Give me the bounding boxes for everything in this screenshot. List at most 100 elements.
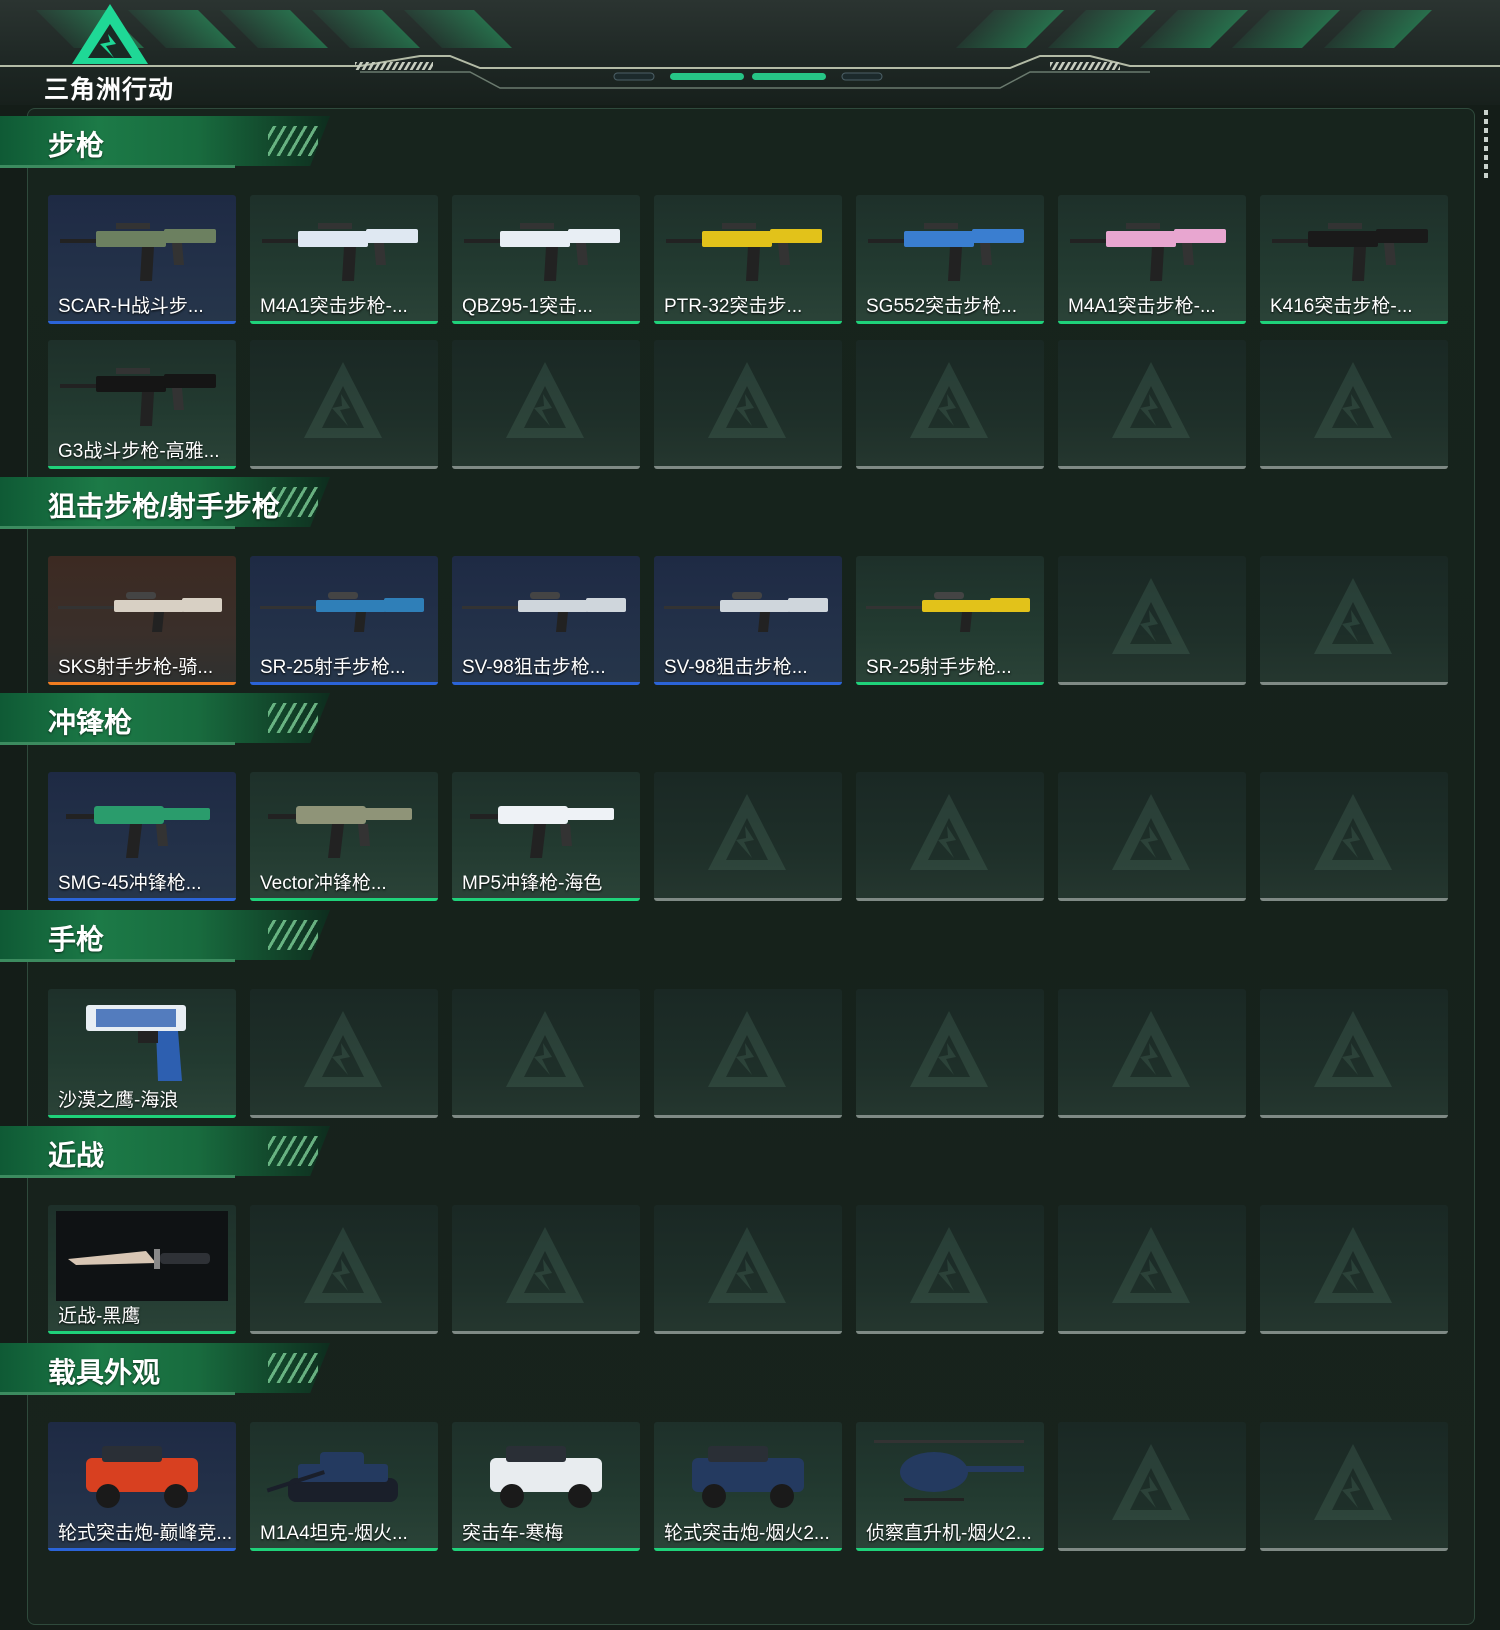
empty-slot [1260,556,1448,685]
section-title: 步枪 [48,130,105,161]
item-card[interactable]: SR-25射手步枪... [250,556,438,685]
rarity-bar [856,1115,1044,1118]
item-card[interactable]: SCAR-H战斗步... [48,195,236,324]
rifle-icon [1070,223,1226,281]
placeholder-logo-icon [910,1227,988,1303]
rarity-bar [856,321,1044,324]
placeholder-logo-icon [1314,362,1392,438]
item-name: PTR-32突击步... [664,296,803,317]
placeholder-logo-icon [1314,1011,1392,1087]
empty-slot [1260,1205,1448,1334]
smg-icon [268,806,412,858]
sniper-rifle-icon [58,592,222,632]
item-name: SR-25射手步枪... [260,657,406,678]
item-name: 轮式突击炮-烟火2... [664,1523,830,1544]
item-name: QBZ95-1突击... [462,296,593,317]
rarity-bar [48,1548,236,1551]
item-card[interactable]: SV-98狙击步枪... [452,556,640,685]
item-card[interactable]: Vector冲锋枪... [250,772,438,901]
rarity-bar [654,466,842,469]
armored-car-icon [490,1446,602,1508]
item-card[interactable]: PTR-32突击步... [654,195,842,324]
empty-slot [856,340,1044,469]
rifle-icon [1272,223,1428,281]
rarity-bar [1058,1548,1246,1551]
item-card[interactable]: 近战-黑鹰 [48,1205,236,1334]
rarity-bar [1058,898,1246,901]
item-card[interactable]: SKS射手步枪-骑... [48,556,236,685]
tank-icon [266,1452,398,1502]
placeholder-logo-icon [506,1011,584,1087]
item-card[interactable]: MP5冲锋枪-海色 [452,772,640,901]
item-card[interactable]: M1A4坦克-烟火... [250,1422,438,1551]
rarity-bar [1260,1331,1448,1334]
assault-vehicle-icon [86,1446,198,1508]
placeholder-logo-icon [1112,362,1190,438]
rarity-bar [654,682,842,685]
placeholder-logo-icon [1314,794,1392,870]
item-name: 沙漠之鹰-海浪 [58,1090,179,1111]
item-card[interactable]: SMG-45冲锋枪... [48,772,236,901]
section-title: 冲锋枪 [48,707,133,738]
item-card[interactable]: 轮式突击炮-烟火2... [654,1422,842,1551]
empty-slot [1260,1422,1448,1551]
item-card[interactable]: 轮式突击炮-巅峰竞... [48,1422,236,1551]
knife-icon [56,1211,228,1301]
empty-slot [452,1205,640,1334]
sniper-rifle-icon [260,592,424,632]
placeholder-logo-icon [1314,1444,1392,1520]
section-header: 载具外观 [0,1343,330,1395]
smg-icon [470,806,614,858]
rarity-bar [1260,1115,1448,1118]
item-row: SKS射手步枪-骑... SR-25射手步枪... SV-98狙击步枪... S… [48,556,1448,685]
rifle-icon [60,368,216,426]
item-card[interactable]: G3战斗步枪-高雅... [48,340,236,469]
scrollbar[interactable] [1484,110,1488,180]
smg-icon [66,806,210,858]
placeholder-logo-icon [910,794,988,870]
item-card[interactable]: SG552突击步枪... [856,195,1044,324]
item-name: SG552突击步枪... [866,296,1017,317]
item-card[interactable]: QBZ95-1突击... [452,195,640,324]
rarity-bar [1260,466,1448,469]
rarity-bar [654,898,842,901]
empty-slot [856,989,1044,1118]
item-card[interactable]: SR-25射手步枪... [856,556,1044,685]
empty-slot [250,989,438,1118]
item-name: SKS射手步枪-骑... [58,657,214,678]
item-card[interactable]: 侦察直升机-烟火2... [856,1422,1044,1551]
item-card[interactable]: 沙漠之鹰-海浪 [48,989,236,1118]
rarity-bar [48,321,236,324]
rarity-bar [1058,682,1246,685]
bullpup-rifle-icon [464,223,620,281]
item-card[interactable]: 突击车-寒梅 [452,1422,640,1551]
empty-slot [1058,1205,1246,1334]
placeholder-logo-icon [506,362,584,438]
sniper-rifle-icon [866,592,1030,632]
item-name: M1A4坦克-烟火... [260,1523,408,1544]
rarity-bar [48,466,236,469]
item-card[interactable]: SV-98狙击步枪... [654,556,842,685]
item-card[interactable]: M4A1突击步枪-... [250,195,438,324]
placeholder-logo-icon [708,1227,786,1303]
rarity-bar [1058,321,1246,324]
item-name: 突击车-寒梅 [462,1523,564,1544]
rarity-bar [654,1115,842,1118]
empty-slot [654,340,842,469]
empty-slot [654,989,842,1118]
item-name: K416突击步枪-... [1270,296,1413,317]
rifle-icon [60,223,216,281]
empty-slot [856,1205,1044,1334]
placeholder-logo-icon [1112,578,1190,654]
item-name: M4A1突击步枪-... [1068,296,1216,317]
item-name: 近战-黑鹰 [58,1306,141,1327]
placeholder-logo-icon [1314,1227,1392,1303]
rifle-icon [262,223,418,281]
helicopter-icon [874,1440,1024,1501]
item-card[interactable]: K416突击步枪-... [1260,195,1448,324]
rarity-bar [1058,466,1246,469]
item-row: G3战斗步枪-高雅... [48,340,1448,469]
item-name: SCAR-H战斗步... [58,296,204,317]
item-card[interactable]: M4A1突击步枪-... [1058,195,1246,324]
empty-slot [452,340,640,469]
